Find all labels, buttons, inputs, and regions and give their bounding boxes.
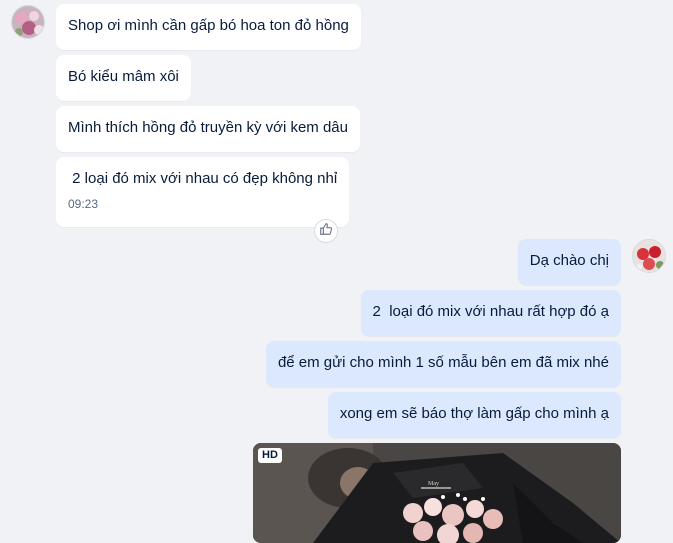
incoming-message[interactable]: 2 loại đó mix với nhau có đẹp không nhỉ … <box>56 157 350 227</box>
like-reaction-button[interactable] <box>314 219 338 243</box>
outgoing-message[interactable]: 2 loại đó mix với nhau rất hợp đó ạ <box>360 290 621 336</box>
incoming-message[interactable]: Bó kiểu mâm xôi <box>56 55 191 101</box>
message-text: Mình thích hồng đỏ truyền kỳ với kem dâu <box>68 119 348 136</box>
my-avatar[interactable] <box>632 239 666 273</box>
incoming-message[interactable]: Mình thích hồng đỏ truyền kỳ với kem dâu <box>56 106 360 152</box>
message-text: 2 loại đó mix với nhau có đẹp không nhỉ <box>68 170 338 187</box>
message-text: để em gửi cho mình 1 số mẫu bên em đã mi… <box>277 354 609 371</box>
thumbs-up-icon <box>319 222 333 241</box>
message-timestamp: 09:23 <box>68 197 99 211</box>
outgoing-message[interactable]: Dạ chào chị <box>517 239 621 285</box>
svg-text:May: May <box>428 481 439 487</box>
flower-bouquet-photo: May <box>253 443 621 543</box>
image-message[interactable]: May HD <box>253 443 621 543</box>
message-text: xong em sẽ báo thợ làm gấp cho mình ạ <box>339 405 609 422</box>
message-text: Bó kiểu mâm xôi <box>68 68 179 85</box>
contact-avatar[interactable] <box>11 5 45 39</box>
outgoing-message[interactable]: xong em sẽ báo thợ làm gấp cho mình ạ <box>327 392 621 438</box>
message-text: 2 loại đó mix với nhau rất hợp đó ạ <box>372 303 609 320</box>
hd-badge: HD <box>258 448 282 463</box>
message-text: Shop ơi mình cần gấp bó hoa ton đỏ hồng <box>68 17 349 34</box>
outgoing-message[interactable]: để em gửi cho mình 1 số mẫu bên em đã mi… <box>265 341 621 387</box>
message-text: Dạ chào chị <box>529 252 609 269</box>
incoming-message[interactable]: Shop ơi mình cần gấp bó hoa ton đỏ hồng <box>56 4 361 50</box>
